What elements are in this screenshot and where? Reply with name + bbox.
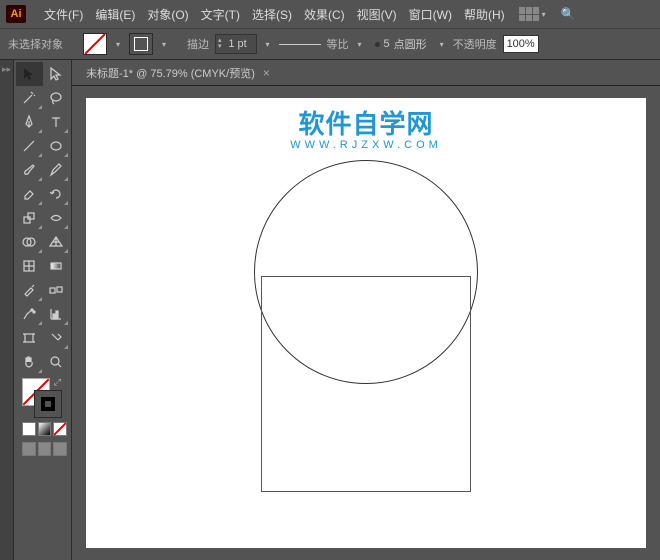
stroke-large-swatch[interactable]	[34, 390, 62, 418]
menu-effect[interactable]: 效果(C)	[298, 6, 351, 23]
perspective-tool[interactable]	[43, 230, 70, 254]
artwork[interactable]	[254, 160, 478, 384]
menu-help[interactable]: 帮助(H)	[458, 6, 511, 23]
panel-collapse[interactable]: ▸▸	[0, 60, 14, 560]
brush-dropdown-icon[interactable]: ▾	[437, 39, 447, 49]
eraser-tool[interactable]	[16, 182, 43, 206]
doc-title: 未标题-1* @ 75.79% (CMYK/预览)	[86, 65, 255, 81]
stroke-dropdown-icon[interactable]: ▾	[159, 39, 169, 49]
toolbar: ⤢	[14, 60, 72, 560]
stroke-label[interactable]: 描边	[187, 36, 209, 52]
menu-select[interactable]: 选择(S)	[246, 6, 298, 23]
width-tool[interactable]	[43, 206, 70, 230]
chevron-right-icon: ▸▸	[0, 60, 13, 75]
doc-tabs: 未标题-1* @ 75.79% (CMYK/预览) ×	[72, 60, 660, 86]
eyedropper-tool[interactable]	[16, 278, 43, 302]
app-logo: Ai	[6, 5, 26, 23]
brush-dot-icon	[375, 42, 380, 47]
lasso-tool[interactable]	[43, 86, 70, 110]
fill-dropdown-icon[interactable]: ▾	[113, 39, 123, 49]
workspace-switcher-icon[interactable]	[519, 7, 539, 21]
screen-mode-row	[16, 438, 69, 458]
line-tool[interactable]	[16, 134, 43, 158]
shape-builder-tool[interactable]	[16, 230, 43, 254]
menubar: Ai 文件(F) 编辑(E) 对象(O) 文字(T) 选择(S) 效果(C) 视…	[0, 0, 660, 28]
brush-label: 点圆形	[394, 36, 427, 52]
zoom-tool[interactable]	[43, 350, 70, 374]
draw-inside[interactable]	[53, 442, 67, 456]
menu-edit[interactable]: 编辑(E)	[89, 6, 141, 23]
watermark: 软件自学网 WWW.RJZXW.COM	[290, 104, 442, 151]
stroke-width-input[interactable]	[222, 38, 254, 50]
canvas-area[interactable]: 软件自学网 WWW.RJZXW.COM	[72, 86, 660, 560]
selection-label: 未选择对象	[8, 36, 63, 52]
hand-tool[interactable]	[16, 350, 43, 374]
magic-wand-tool[interactable]	[16, 86, 43, 110]
opacity-label: 不透明度	[453, 36, 497, 52]
color-mode-none[interactable]	[53, 422, 67, 436]
stroke-width-stepper[interactable]: ▴▾	[215, 34, 257, 54]
pencil-tool[interactable]	[43, 158, 70, 182]
rotate-tool[interactable]	[43, 182, 70, 206]
color-mode-gradient[interactable]	[38, 422, 52, 436]
stroke-width-dropdown-icon[interactable]: ▾	[263, 39, 273, 49]
gradient-tool[interactable]	[43, 254, 70, 278]
selection-tool[interactable]	[16, 62, 43, 86]
brush-size: 5	[384, 38, 390, 50]
rectangle-shape[interactable]	[261, 276, 471, 492]
control-panel: 未选择对象 ▾ ▾ 描边 ▴▾ ▾ 等比 ▾ 5 点圆形 ▾ 不透明度	[0, 28, 660, 60]
opacity-input[interactable]	[503, 35, 539, 53]
menu-file[interactable]: 文件(F)	[38, 6, 89, 23]
blend-tool[interactable]	[43, 278, 70, 302]
direct-select-tool[interactable]	[43, 62, 70, 86]
paintbrush-tool[interactable]	[16, 158, 43, 182]
color-mode-solid[interactable]	[22, 422, 36, 436]
menu-window[interactable]: 窗口(W)	[403, 6, 458, 23]
menu-object[interactable]: 对象(O)	[141, 6, 194, 23]
fill-swatch[interactable]	[83, 33, 107, 55]
stroke-ratio-dropdown-icon[interactable]: ▾	[355, 39, 365, 49]
ellipse-tool[interactable]	[43, 134, 70, 158]
mesh-tool[interactable]	[16, 254, 43, 278]
scale-tool[interactable]	[16, 206, 43, 230]
slice-tool[interactable]	[43, 326, 70, 350]
draw-normal[interactable]	[22, 442, 36, 456]
menu-type[interactable]: 文字(T)	[195, 6, 246, 23]
graph-tool[interactable]	[43, 302, 70, 326]
pen-tool[interactable]	[16, 110, 43, 134]
artboard-tool[interactable]	[16, 326, 43, 350]
search-icon[interactable]: 🔍	[561, 7, 576, 21]
symbol-sprayer-tool[interactable]	[16, 302, 43, 326]
canvas[interactable]: 软件自学网 WWW.RJZXW.COM	[86, 98, 646, 548]
close-icon[interactable]: ×	[263, 66, 270, 80]
type-tool[interactable]	[43, 110, 70, 134]
brush-selector[interactable]: 5 点圆形	[371, 36, 431, 52]
draw-behind[interactable]	[38, 442, 52, 456]
stroke-ratio-label: 等比	[327, 36, 349, 52]
menu-view[interactable]: 视图(V)	[351, 6, 403, 23]
doc-tab[interactable]: 未标题-1* @ 75.79% (CMYK/预览) ×	[78, 65, 278, 81]
stroke-type-line[interactable]	[279, 44, 321, 45]
stroke-swatch[interactable]	[129, 33, 153, 55]
swap-fill-stroke-icon[interactable]: ⤢	[54, 377, 61, 388]
color-mode-row	[16, 418, 69, 438]
fill-stroke-swatches[interactable]: ⤢	[16, 374, 69, 418]
